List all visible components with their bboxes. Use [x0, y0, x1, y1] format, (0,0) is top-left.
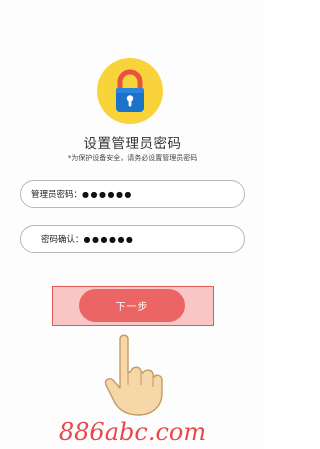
page-subtitle: *为保护设备安全，请务必设置管理员密码	[67, 154, 198, 162]
confirm-password-value: ●●●●●●	[83, 234, 135, 244]
confirm-password-label: 密码确认：	[41, 235, 84, 245]
setup-screen: 设置管理员密码 *为保护设备安全，请务必设置管理员密码 管理员密码： ●●●●●…	[0, 0, 265, 449]
lock-logo	[97, 58, 163, 124]
confirm-password-field[interactable]: 密码确认： ●●●●●●	[20, 225, 245, 253]
admin-password-value: ●●●●●●	[82, 189, 133, 199]
next-button[interactable]: 下一步	[79, 289, 185, 322]
admin-password-label: 管理员密码：	[31, 190, 83, 200]
page-title: 设置管理员密码	[83, 136, 182, 152]
hand-pointer-icon	[104, 334, 163, 416]
lock-icon	[116, 69, 144, 112]
admin-password-field[interactable]: 管理员密码： ●●●●●●	[20, 180, 245, 208]
watermark-text: 886abc.com	[58, 418, 207, 446]
